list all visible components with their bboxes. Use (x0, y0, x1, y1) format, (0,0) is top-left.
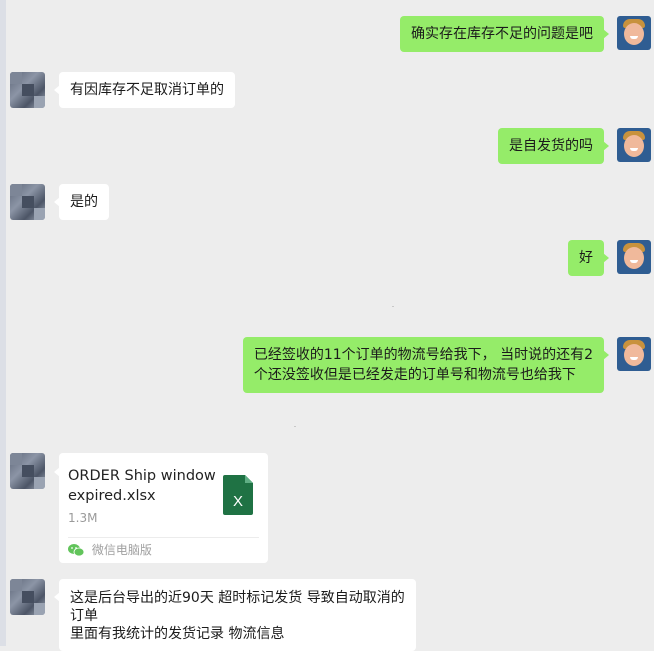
contact-avatar[interactable] (10, 184, 45, 220)
my-avatar[interactable] (617, 128, 651, 162)
message-text-line: 已经签收的11个订单的物流号给我下， 当时说的还有2 (253, 347, 593, 363)
message-bubble-incoming[interactable]: 是的 (54, 184, 109, 220)
excel-icon: X (223, 475, 253, 515)
window-left-edge (0, 0, 6, 646)
file-message-card[interactable]: ORDER Ship window expired.xlsx 1.3M X 微信… (54, 453, 268, 563)
message-bubble-incoming[interactable]: 有因库存不足取消订单的 (54, 72, 235, 108)
file-source: 微信电脑版 (68, 542, 152, 558)
message-bubble-outgoing[interactable]: 是自发货的吗 (498, 128, 609, 164)
contact-avatar[interactable] (10, 72, 45, 108)
message-text-line: 里面有我统计的发货记录 物流信息 (70, 626, 285, 642)
message-text: 是的 (70, 194, 98, 210)
message-bubble-incoming[interactable]: 这是后台导出的近90天 超时标记发货 导致自动取消的 订单 里面有我统计的发货记… (54, 579, 416, 651)
contact-avatar[interactable] (10, 453, 45, 489)
message-text: 是自发货的吗 (509, 138, 593, 154)
separator-dot (392, 306, 394, 307)
message-text: 有因库存不足取消订单的 (70, 82, 224, 98)
file-size: 1.3M (68, 511, 98, 525)
message-bubble-outgoing[interactable]: 确实存在库存不足的问题是吧 (400, 16, 609, 52)
message-bubble-outgoing[interactable]: 已经签收的11个订单的物流号给我下， 当时说的还有2 个还没签收但是已经发走的订… (242, 337, 610, 393)
my-avatar[interactable] (617, 16, 651, 50)
divider (68, 537, 259, 538)
file-name: ORDER Ship window expired.xlsx (68, 468, 216, 504)
message-text: 好 (579, 250, 593, 266)
message-text-line: 这是后台导出的近90天 超时标记发货 导致自动取消的 (70, 590, 405, 606)
my-avatar[interactable] (617, 240, 651, 274)
separator-dot (294, 426, 296, 427)
contact-avatar[interactable] (10, 579, 45, 615)
source-label: 微信电脑版 (91, 543, 152, 557)
message-text: 确实存在库存不足的问题是吧 (411, 26, 593, 42)
wechat-icon (68, 544, 84, 557)
message-text-line: 个还没签收但是已经发走的订单号和物流号也给我下 (253, 367, 576, 383)
message-bubble-outgoing[interactable]: 好 (568, 240, 609, 276)
svg-text:X: X (233, 493, 243, 510)
my-avatar[interactable] (617, 337, 651, 371)
message-text-line: 订单 (70, 608, 98, 624)
